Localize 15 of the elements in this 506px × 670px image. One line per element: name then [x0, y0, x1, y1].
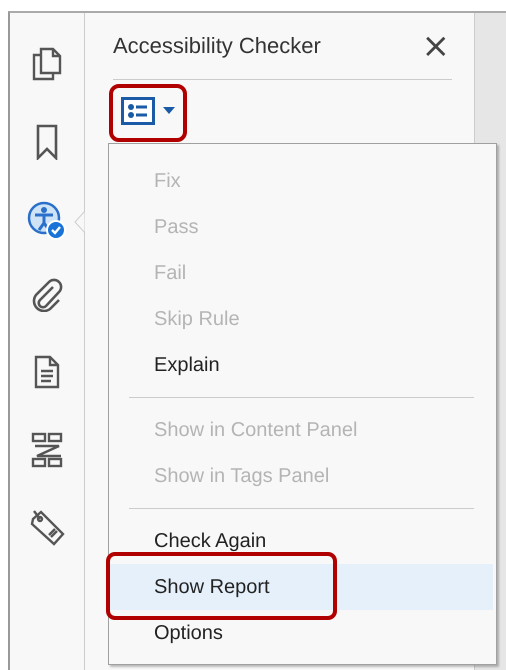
bookmark-icon[interactable] [36, 124, 58, 160]
menu-item[interactable]: Explain [109, 342, 493, 388]
document-icon[interactable] [34, 355, 60, 389]
accessibility-check-icon[interactable] [27, 201, 67, 241]
close-button[interactable]: × [420, 29, 452, 63]
paperclip-icon[interactable] [31, 278, 63, 312]
compare-icon[interactable] [31, 432, 63, 468]
list-icon [121, 97, 155, 125]
menu-item[interactable]: Options [109, 610, 493, 656]
menu-item[interactable]: Check Again [109, 518, 493, 564]
caret-icon [163, 107, 175, 115]
menu-item[interactable]: Show Report [109, 564, 493, 610]
tag-icon[interactable] [28, 509, 66, 547]
panel-title: Accessibility Checker [113, 33, 321, 59]
pages-icon[interactable] [32, 47, 62, 81]
